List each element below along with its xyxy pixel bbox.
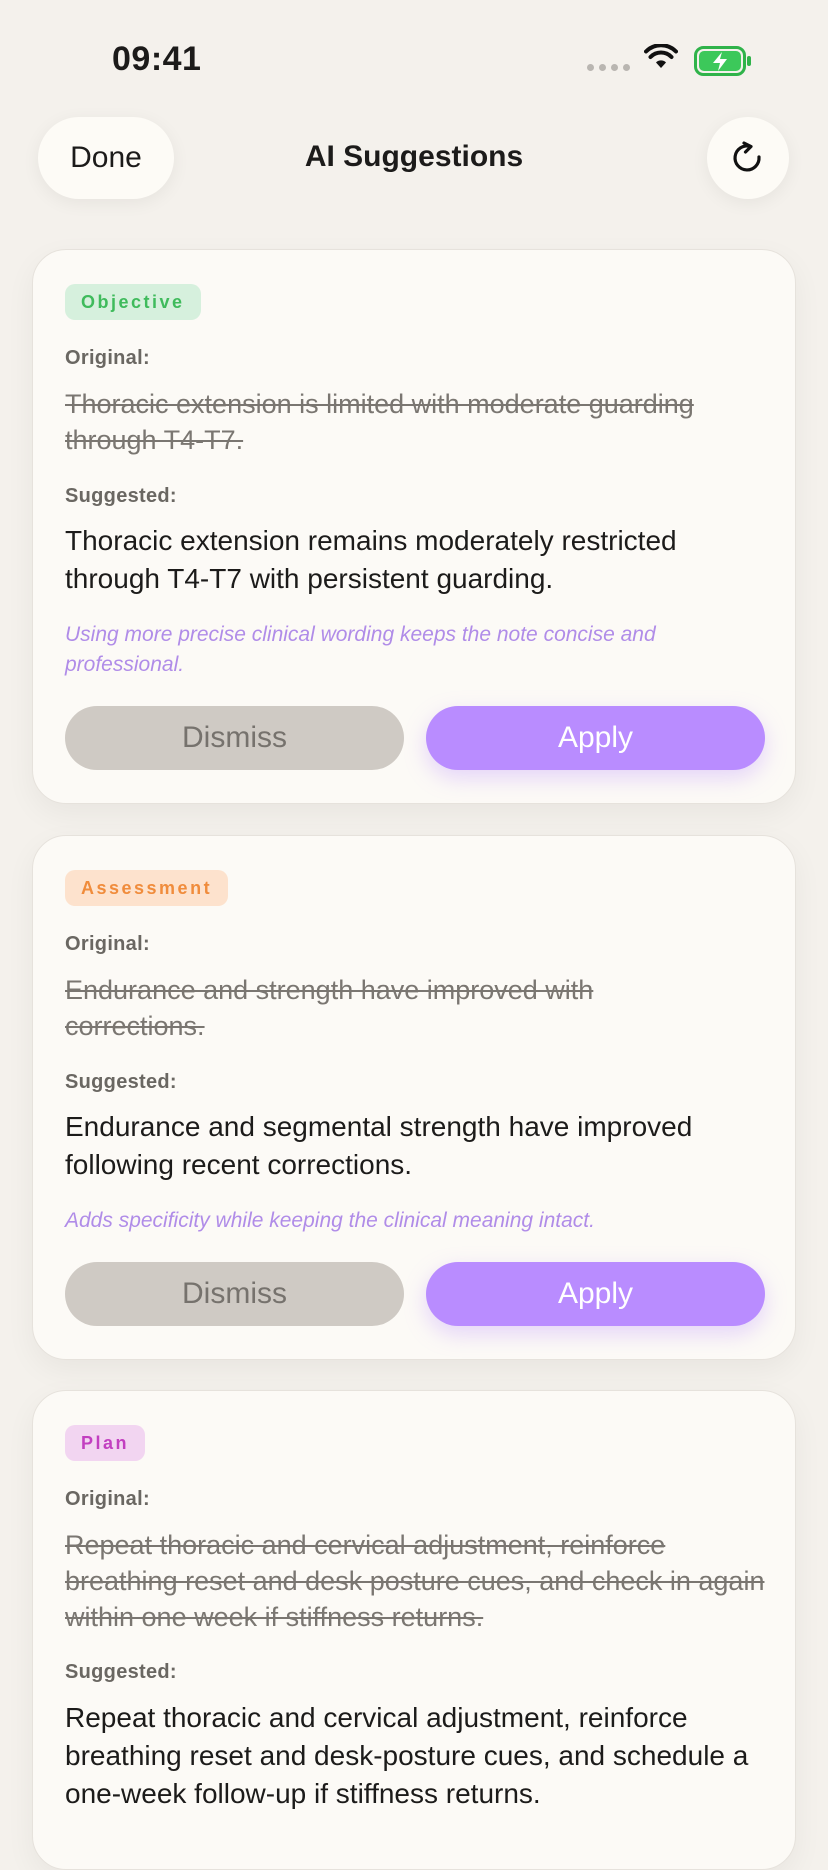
wifi-icon [644,44,678,68]
suggestion-reason: Using more precise clinical wording keep… [65,623,656,676]
suggestion-card: Objective Original: Thoracic extension i… [32,249,796,804]
suggested-text: Repeat thoracic and cervical adjustment,… [65,1702,749,1809]
suggested-text: Endurance and segmental strength have im… [65,1111,693,1180]
original-label: Original: [65,347,150,369]
battery-charging-icon [694,46,751,76]
suggested-text: Thoracic extension remains moderately re… [65,525,677,594]
original-text: Thoracic extension is limited with moder… [65,389,694,455]
suggestion-card: Assessment Original: Endurance and stren… [32,835,796,1360]
original-text: Repeat thoracic and cervical adjustment,… [65,1530,765,1632]
original-text: Endurance and strength have improved wit… [65,975,594,1041]
signal-icon [587,64,630,71]
suggestion-reason: Adds specificity while keeping the clini… [65,1209,595,1232]
refresh-button[interactable] [707,117,789,199]
status-time: 09:41 [112,40,202,78]
status-bar: 09:41 [0,0,828,110]
section-badge: Assessment [65,870,229,906]
apply-button[interactable]: Apply [426,706,765,770]
apply-button[interactable]: Apply [426,1262,765,1326]
dismiss-button[interactable]: Dismiss [65,1262,404,1326]
page-title: AI Suggestions [304,140,524,173]
suggested-label: Suggested: [65,1661,177,1683]
section-badge: Objective [65,284,201,320]
original-label: Original: [65,1488,150,1510]
dismiss-button[interactable]: Dismiss [65,706,404,770]
suggestion-card: Plan Original: Repeat thoracic and cervi… [32,1390,796,1870]
section-badge: Plan [65,1425,146,1461]
refresh-icon [733,141,761,172]
suggested-label: Suggested: [65,1071,177,1093]
suggested-label: Suggested: [65,485,177,507]
original-label: Original: [65,933,150,955]
